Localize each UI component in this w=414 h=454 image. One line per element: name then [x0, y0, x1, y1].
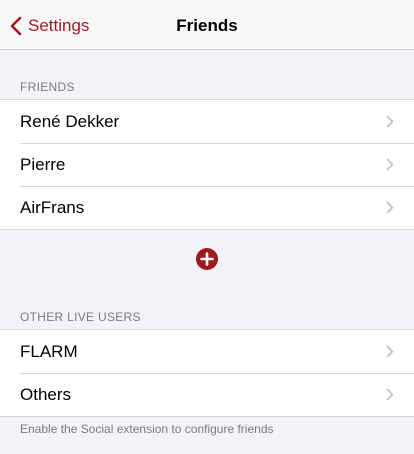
friend-name: Pierre	[20, 154, 66, 174]
page-title: Friends	[176, 16, 238, 35]
other-user-label: Others	[20, 384, 72, 404]
plus-circle-icon	[196, 248, 218, 270]
other-live-users-section-header: OTHER LIVE USERS	[20, 310, 141, 324]
friend-row-pierre[interactable]: Pierre	[0, 143, 414, 186]
chevron-right-icon	[386, 115, 394, 128]
chevron-right-icon	[386, 388, 394, 401]
chevron-right-icon	[386, 345, 394, 358]
other-row-others[interactable]: Others	[0, 373, 414, 416]
chevron-right-icon	[386, 201, 394, 214]
friend-name: René Dekker	[20, 111, 120, 131]
friends-section-header: FRIENDS	[20, 80, 75, 94]
friend-row-rene-dekker[interactable]: René Dekker	[0, 100, 414, 143]
navigation-bar: Settings Friends	[0, 0, 414, 50]
add-friend-button[interactable]	[196, 248, 218, 270]
section-footer-note: Enable the Social extension to configure…	[20, 422, 274, 436]
other-user-label: FLARM	[20, 341, 78, 361]
other-row-flarm[interactable]: FLARM	[0, 330, 414, 373]
other-live-users-list: FLARM Others	[0, 329, 414, 417]
chevron-right-icon	[386, 158, 394, 171]
friend-name: AirFrans	[20, 197, 85, 217]
friends-list: René Dekker Pierre AirFrans	[0, 99, 414, 230]
friend-row-airfrans[interactable]: AirFrans	[0, 186, 414, 229]
